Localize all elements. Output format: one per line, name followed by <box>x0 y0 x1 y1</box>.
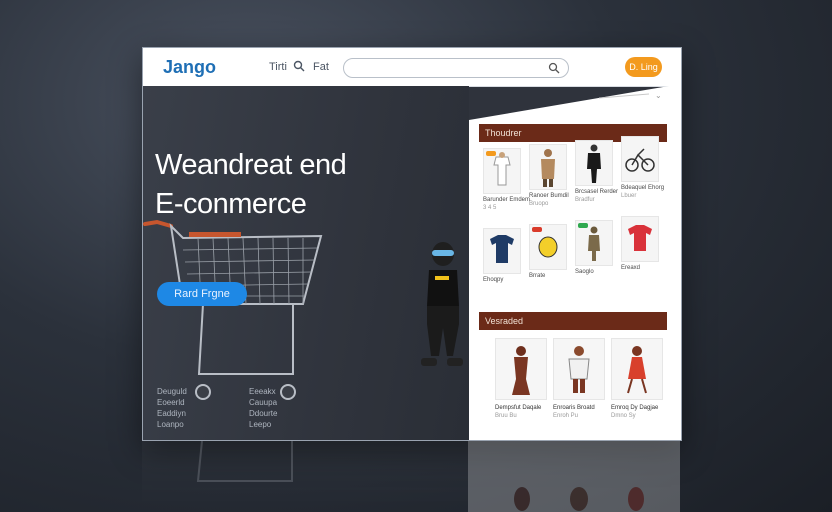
product-meta: 3 4 5 <box>483 205 497 211</box>
footer-link[interactable]: Eaddiyn <box>157 408 187 419</box>
hero-cta-button[interactable]: Rard Frgne <box>157 282 247 306</box>
product-name[interactable]: Bdeaquel Ehorg <box>621 184 664 192</box>
site-logo[interactable]: Jango <box>163 57 216 78</box>
footer-link[interactable]: Leepo <box>249 419 277 430</box>
sale-badge <box>532 227 542 232</box>
product-panel: ⌄ Thoudrer Barunder Emdem 3 4 5 Ranoer B… <box>469 84 681 440</box>
product-image[interactable] <box>553 338 605 400</box>
browser-window: Jango Tirti Fat D. Ling Weandreat end E-… <box>142 47 682 441</box>
bicycle-icon <box>625 148 655 172</box>
footer-link[interactable]: Eoeerld <box>157 397 187 408</box>
product-image[interactable] <box>529 224 567 270</box>
product-meta: Bradfur <box>575 197 595 203</box>
section-title-bar[interactable]: Vesraded <box>479 312 667 330</box>
product-meta: Enroh Pu <box>553 413 579 419</box>
product-image[interactable] <box>575 220 613 266</box>
panel-header-slant: ⌄ <box>469 84 681 120</box>
eco-badge <box>578 223 588 228</box>
product-card[interactable]: Barunder Emdem 3 4 5 <box>483 148 530 214</box>
statue-icon <box>512 346 530 395</box>
featured-product-card[interactable]: Emroq Dy Dagjae Dmno Sy <box>611 338 663 430</box>
product-image[interactable] <box>529 144 567 190</box>
footer-links-col2: Eeeakx Cauupa Ddourte Leepo <box>249 386 277 430</box>
reflection-shapes <box>196 441 680 512</box>
product-name[interactable]: Brrate <box>529 272 567 280</box>
product-meta: Dmno Sy <box>611 413 636 419</box>
product-name[interactable]: Ranoer Bumdil <box>529 192 569 200</box>
product-meta: Bruopo <box>529 201 549 207</box>
jacket-icon <box>541 149 555 187</box>
product-card[interactable]: Ehoqpy <box>483 228 521 294</box>
product-image[interactable] <box>611 338 663 400</box>
login-button[interactable]: D. Ling <box>625 57 662 77</box>
search-icon[interactable] <box>548 62 560 74</box>
product-card[interactable]: Saoglo <box>575 220 613 286</box>
footer-link[interactable]: Deuguld <box>157 386 187 397</box>
search-icon[interactable] <box>293 60 305 72</box>
product-name[interactable]: Barunder Emdem <box>483 196 530 204</box>
product-image[interactable] <box>495 338 547 400</box>
new-badge <box>486 151 496 156</box>
hero-title: Weandreat end E-conmerce <box>155 146 347 224</box>
product-name[interactable]: Saoglo <box>575 268 613 276</box>
nav-link-2[interactable]: Fat <box>313 61 329 73</box>
hero-title-line1: Weandreat end <box>155 149 347 181</box>
product-card[interactable]: Ereaxd <box>621 216 659 282</box>
product-card[interactable]: Ranoer Bumdil Bruopo <box>529 144 569 210</box>
featured-product-card[interactable]: Enroaris Broatd Enroh Pu <box>553 338 605 430</box>
product-card[interactable]: Brrate <box>529 224 567 290</box>
product-card[interactable]: Brcsasel Rerder Bradfur <box>575 140 618 206</box>
featured-product-card[interactable]: Dempsfut Daqale Bruu Bu <box>495 338 547 430</box>
footer-link[interactable]: Ddourte <box>249 408 277 419</box>
product-name[interactable]: Enroaris Broatd <box>553 404 605 412</box>
product-name[interactable]: Emroq Dy Dagjae <box>611 404 663 412</box>
dancer-icon <box>627 346 647 394</box>
product-name[interactable]: Brcsasel Rerder <box>575 188 618 196</box>
product-image[interactable] <box>483 148 521 194</box>
suit-icon <box>587 144 601 183</box>
product-image[interactable] <box>575 140 613 186</box>
site-header: Jango Tirti Fat D. Ling <box>143 48 681 87</box>
red-tshirt-icon <box>628 225 652 251</box>
product-card[interactable]: Bdeaquel Ehorg Lbuer <box>621 136 664 202</box>
shirt-figure-icon <box>568 346 590 393</box>
window-reflection <box>142 441 680 512</box>
product-name[interactable]: Ehoqpy <box>483 276 521 284</box>
footer-link[interactable]: Loanpo <box>157 419 187 430</box>
product-image[interactable] <box>621 136 659 182</box>
tshirt-icon <box>490 235 514 263</box>
svg-text:⌄: ⌄ <box>655 91 662 100</box>
footer-links-col1: Deuguld Eoeerld Eaddiyn Loanpo <box>157 386 187 430</box>
product-image[interactable] <box>621 216 659 262</box>
footer-link[interactable]: Cauupa <box>249 397 277 408</box>
hero-section: Weandreat end E-conmerce Rard Frgne Deug… <box>143 86 469 440</box>
product-name[interactable]: Dempsfut Daqale <box>495 404 547 412</box>
product-image[interactable] <box>483 228 521 274</box>
product-name[interactable]: Ereaxd <box>621 264 659 272</box>
product-meta: Lbuer <box>621 193 637 199</box>
footer-link[interactable]: Eeeakx <box>249 386 277 397</box>
nav-link-1[interactable]: Tirti <box>269 61 287 73</box>
search-input[interactable] <box>343 58 569 78</box>
avatar-figure-illustration <box>421 242 463 366</box>
product-meta: Bruu Bu <box>495 413 517 419</box>
